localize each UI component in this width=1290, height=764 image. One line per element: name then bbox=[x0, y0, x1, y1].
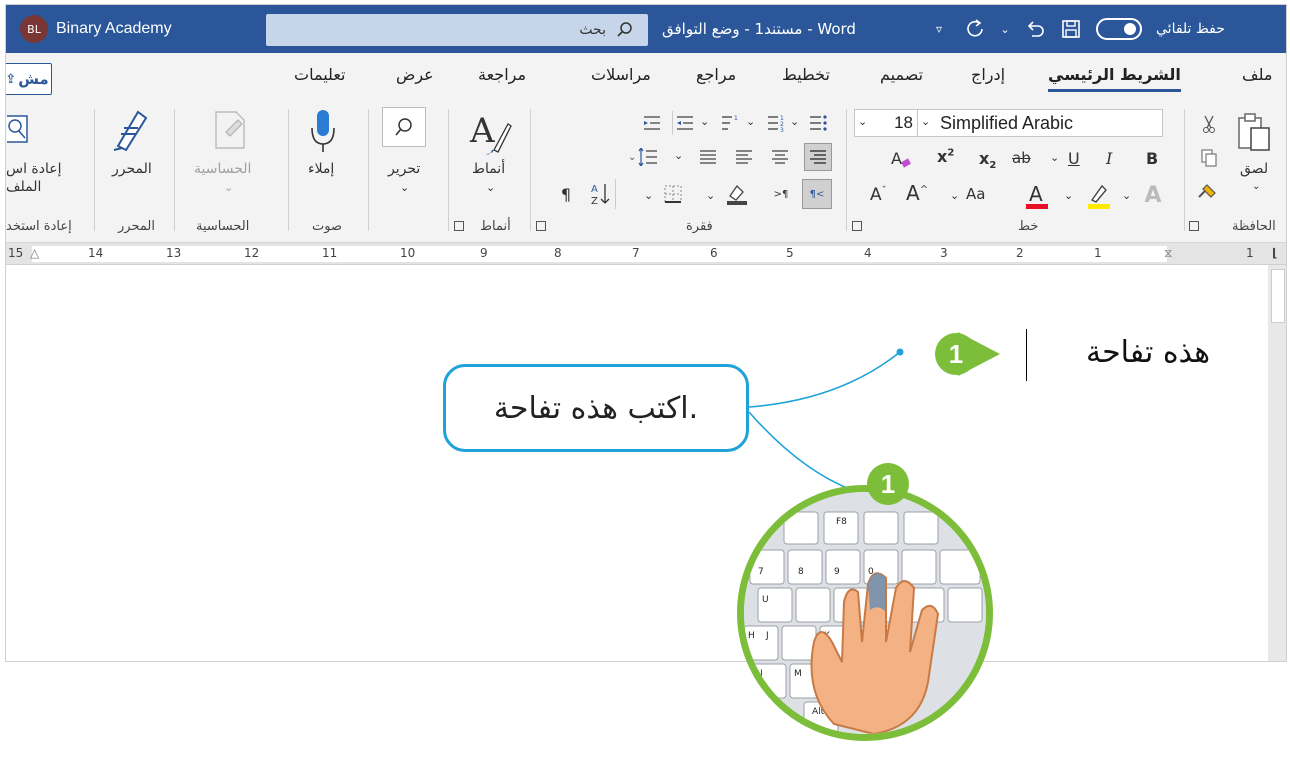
keyboard-hand-image: F8 U J H K N M Alt P 0 9 8 7 bbox=[744, 492, 986, 734]
svg-text:N: N bbox=[756, 669, 763, 679]
svg-text:8: 8 bbox=[798, 567, 804, 577]
keyboard-illustration: F8 U J H K N M Alt P 0 9 8 7 bbox=[737, 485, 993, 741]
key-label: F8 bbox=[836, 517, 847, 527]
step-number: 1 bbox=[948, 338, 964, 369]
step-badge-keyboard: 1 bbox=[867, 463, 909, 505]
svg-text:M: M bbox=[794, 669, 802, 679]
svg-text:9: 9 bbox=[834, 567, 840, 577]
step-number: 1 bbox=[880, 468, 896, 499]
instruction-callout: اكتب هذه تفاحة. bbox=[443, 364, 749, 452]
svg-text:U: U bbox=[762, 595, 769, 605]
callout-text: اكتب هذه تفاحة. bbox=[493, 390, 699, 426]
svg-text:7: 7 bbox=[758, 567, 764, 577]
svg-text:J: J bbox=[765, 631, 769, 641]
svg-text:H: H bbox=[748, 631, 755, 641]
step-badge-document: 1 bbox=[935, 333, 977, 375]
